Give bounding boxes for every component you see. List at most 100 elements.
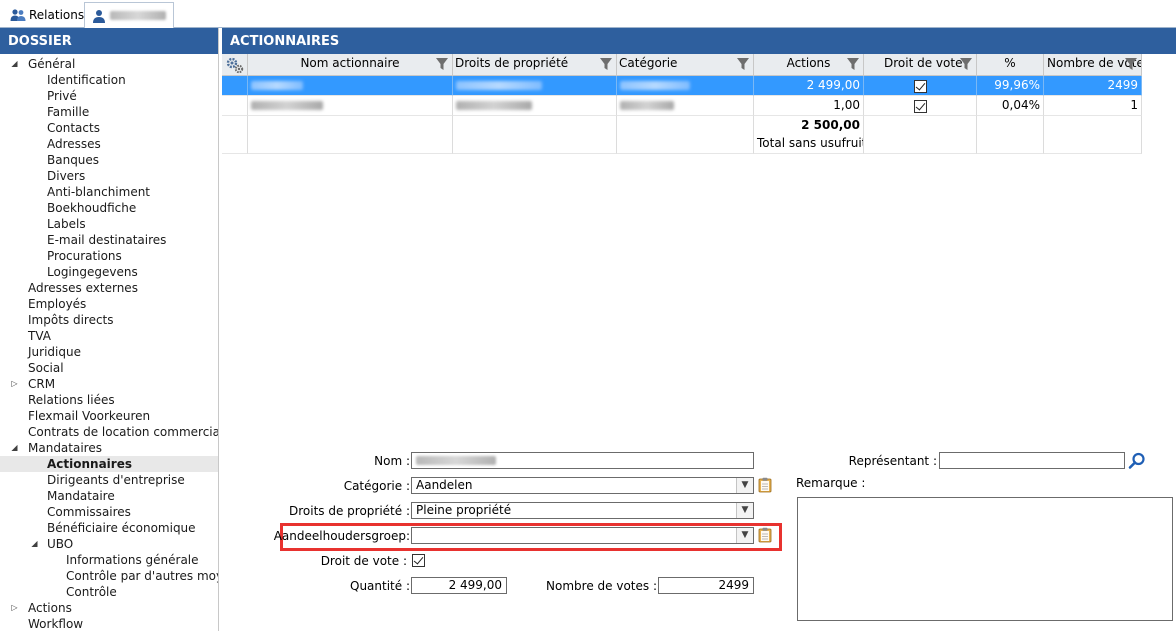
tree-item-label: Procurations — [47, 249, 122, 263]
tree-item-flexmail-voorkeuren[interactable]: Flexmail Voorkeuren — [0, 408, 218, 424]
tree-item-imp-ts-directs[interactable]: Impôts directs — [0, 312, 218, 328]
tree-item-label: Mandataire — [47, 489, 115, 503]
dossier-tree: ◢ Général Identification Privé Famille Contac… — [0, 54, 218, 631]
column-nom-actionnaire[interactable]: Nom actionnaire — [248, 54, 453, 76]
tree-item-commissaires[interactable]: Commissaires — [0, 504, 218, 520]
tree-item-actionnaires[interactable]: Actionnaires — [0, 456, 218, 472]
tree-item-logingegevens[interactable]: Logingegevens — [0, 264, 218, 280]
tree-item-labels[interactable]: Labels — [0, 216, 218, 232]
tree-item-divers[interactable]: Divers — [0, 168, 218, 184]
total-cell: 2 500,00 Total sans usufruit — [754, 116, 864, 154]
filter-icon[interactable] — [599, 57, 613, 71]
tree-item-mandataires[interactable]: ◢ Mandataires — [0, 440, 218, 456]
filter-icon[interactable] — [435, 57, 449, 71]
aandeelhoudersgroep-select[interactable]: ▼ — [411, 527, 754, 544]
cell-categorie-redacted — [617, 96, 754, 116]
collapsed-arrow-icon[interactable]: ▷ — [10, 600, 19, 616]
tree-item-social[interactable]: Social — [0, 360, 218, 376]
filter-icon[interactable] — [736, 57, 750, 71]
clipboard-icon[interactable] — [758, 477, 772, 493]
tree-item-anti-blanchiment[interactable]: Anti-blanchiment — [0, 184, 218, 200]
tree-item-identification[interactable]: Identification — [0, 72, 218, 88]
row-indicator — [222, 76, 248, 96]
tab-relations[interactable]: Relations — [4, 2, 84, 28]
tree-item-adresses-externes[interactable]: Adresses externes — [0, 280, 218, 296]
tree-item-ubo[interactable]: ◢ UBO — [0, 536, 218, 552]
droits-propriete-select[interactable]: Pleine propriété ▼ — [411, 502, 754, 519]
expanded-arrow-icon[interactable]: ◢ — [10, 440, 19, 456]
column-actions[interactable]: Actions — [754, 54, 864, 76]
cell-percent: 99,96% — [977, 76, 1044, 96]
tab-dossier-person[interactable] — [84, 2, 174, 29]
column-categorie[interactable]: Catégorie — [617, 54, 754, 76]
tree-item-contrats-de-location-commerciale[interactable]: Contrats de location commerciale — [0, 424, 218, 440]
tree-item-priv[interactable]: Privé — [0, 88, 218, 104]
total-empty-cell — [222, 116, 248, 154]
chevron-down-icon[interactable]: ▼ — [736, 503, 753, 518]
tree-item-dirigeants-d-entreprise[interactable]: Dirigeants d'entreprise — [0, 472, 218, 488]
dossier-panel: DOSSIER ◢ Général Identification Privé Famil… — [0, 28, 219, 631]
gear-icon[interactable] — [224, 55, 246, 75]
tree-item-g-n-ral[interactable]: ◢ Général — [0, 56, 218, 72]
quantite-input[interactable]: 2 499,00 — [411, 577, 507, 594]
droit-de-vote-label: Droit de vote : — [320, 554, 407, 568]
tree-item-relations-li-es[interactable]: Relations liées — [0, 392, 218, 408]
tree-item-actions[interactable]: ▷ Actions — [0, 600, 218, 616]
nombre-votes-input[interactable]: 2499 — [658, 577, 754, 594]
remarque-textarea[interactable] — [797, 497, 1173, 621]
grid-settings-column[interactable] — [222, 54, 248, 76]
representant-input[interactable] — [939, 452, 1125, 469]
tree-item-famille[interactable]: Famille — [0, 104, 218, 120]
tree-item-banques[interactable]: Banques — [0, 152, 218, 168]
expanded-arrow-icon[interactable]: ◢ — [10, 56, 19, 72]
cell-nom-redacted — [248, 96, 453, 116]
collapsed-arrow-icon[interactable]: ▷ — [10, 376, 19, 392]
grid-header: Nom actionnaire Droits de propriété Caté… — [222, 54, 1142, 76]
tree-item-contr-le[interactable]: Contrôle — [0, 584, 218, 600]
tree-item-employ-s[interactable]: Employés — [0, 296, 218, 312]
column-droits-propriete[interactable]: Droits de propriété — [453, 54, 617, 76]
column-percent[interactable]: % — [977, 54, 1044, 76]
droit-de-vote-checkbox[interactable] — [913, 79, 927, 93]
tree-item-label: Workflow — [28, 617, 84, 631]
tree-item-contr-le-par-d-autres-moy[interactable]: Contrôle par d'autres moy — [0, 568, 218, 584]
tree-item-label: Contrôle — [66, 585, 117, 599]
filter-icon[interactable] — [846, 57, 860, 71]
expanded-arrow-icon[interactable]: ◢ — [30, 536, 39, 552]
column-categorie-label: Catégorie — [619, 56, 678, 70]
tree-item-crm[interactable]: ▷ CRM — [0, 376, 218, 392]
tree-item-workflow[interactable]: Workflow — [0, 616, 218, 631]
tree-item-b-n-ficiaire-conomique[interactable]: Bénéficiaire économique — [0, 520, 218, 536]
tree-item-e-mail-destinataires[interactable]: E-mail destinataires — [0, 232, 218, 248]
tree-item-label: CRM — [28, 377, 56, 391]
chevron-down-icon[interactable]: ▼ — [736, 478, 753, 493]
total-empty-cell — [248, 116, 453, 154]
tree-item-boekhoudfiche[interactable]: Boekhoudfiche — [0, 200, 218, 216]
clipboard-icon[interactable] — [758, 527, 772, 543]
search-icon[interactable] — [1128, 452, 1146, 470]
filter-icon[interactable] — [1124, 57, 1138, 71]
total-empty-cell — [617, 116, 754, 154]
table-row[interactable]: 2 499,00 99,96% 2499 — [222, 76, 1142, 96]
table-row[interactable]: 1,00 0,04% 1 — [222, 96, 1142, 116]
tree-item-procurations[interactable]: Procurations — [0, 248, 218, 264]
tree-item-label: Mandataires — [28, 441, 102, 455]
tree-item-label: Adresses externes — [28, 281, 138, 295]
tree-item-contacts[interactable]: Contacts — [0, 120, 218, 136]
filter-icon[interactable] — [959, 57, 973, 71]
droit-de-vote-checkbox[interactable] — [913, 99, 927, 113]
tree-item-juridique[interactable]: Juridique — [0, 344, 218, 360]
tree-item-adresses[interactable]: Adresses — [0, 136, 218, 152]
chevron-down-icon[interactable]: ▼ — [736, 528, 753, 543]
column-droit-de-vote[interactable]: Droit de vote — [864, 54, 977, 76]
nom-label: Nom : — [374, 454, 410, 468]
cell-votes: 2499 — [1044, 76, 1142, 96]
column-nombre-de-votes[interactable]: Nombre de votes — [1044, 54, 1142, 76]
tree-item-mandataire[interactable]: Mandataire — [0, 488, 218, 504]
tree-item-tva[interactable]: TVA — [0, 328, 218, 344]
droit-de-vote-form-checkbox[interactable] — [412, 554, 425, 567]
cell-percent: 0,04% — [977, 96, 1044, 116]
nom-input[interactable] — [411, 452, 754, 469]
tree-item-informations-g-n-rale[interactable]: Informations générale — [0, 552, 218, 568]
categorie-select[interactable]: Aandelen ▼ — [411, 477, 754, 494]
